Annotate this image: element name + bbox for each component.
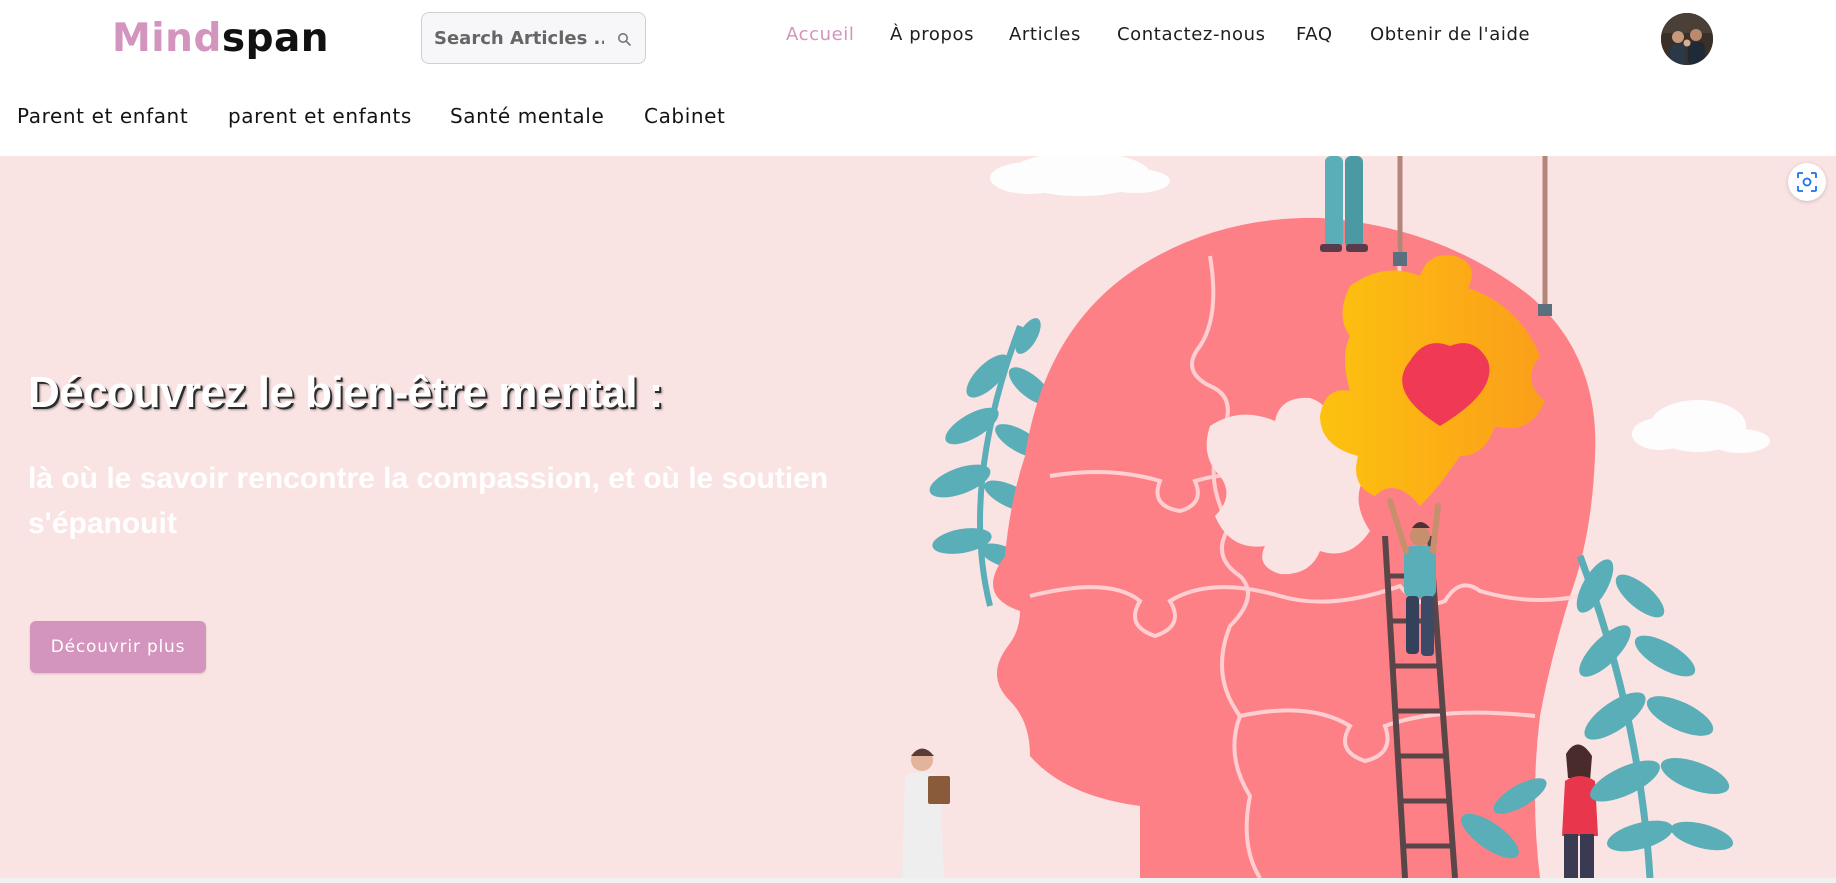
site-header: Mindspan Accueil À propos Articles Conta… (0, 0, 1836, 76)
nav-link-a-propos[interactable]: À propos (890, 24, 974, 52)
category-parent-et-enfants[interactable]: parent et enfants (228, 104, 412, 128)
logo-part-span: span (221, 16, 330, 61)
hero-banner: Découvrez le bien-être mental : là où le… (0, 156, 1836, 878)
category-bar: Parent et enfant parent et enfants Santé… (0, 76, 1836, 156)
nav-link-faq[interactable]: FAQ (1296, 24, 1333, 52)
discover-more-button[interactable]: Découvrir plus (30, 621, 206, 673)
page-bottom-edge (0, 878, 1836, 883)
category-sante-mentale[interactable]: Santé mentale (450, 104, 604, 128)
visual-search-icon (1797, 172, 1817, 192)
logo-part-mind: Mind (112, 16, 222, 61)
hero-subtitle: là où le savoir rencontre la compassion,… (28, 462, 829, 540)
search-icon[interactable] (617, 32, 631, 46)
avatar-photo (1661, 13, 1713, 65)
user-avatar[interactable] (1661, 13, 1713, 65)
site-logo[interactable]: Mindspan (112, 17, 329, 61)
head-puzzle-illustration (902, 156, 1770, 878)
category-parent-et-enfant[interactable]: Parent et enfant (17, 104, 188, 128)
nav-link-accueil[interactable]: Accueil (786, 24, 854, 52)
nav-link-obtenir-aide[interactable]: Obtenir de l'aide (1370, 24, 1530, 52)
search-box (421, 12, 646, 64)
category-cabinet[interactable]: Cabinet (644, 104, 726, 128)
nav-link-contactez-nous[interactable]: Contactez-nous (1117, 24, 1266, 52)
search-input[interactable] (434, 27, 604, 49)
hero-title: Découvrez le bien-être mental : (28, 368, 663, 417)
visual-search-button[interactable] (1788, 163, 1826, 201)
nav-link-articles[interactable]: Articles (1009, 24, 1081, 52)
